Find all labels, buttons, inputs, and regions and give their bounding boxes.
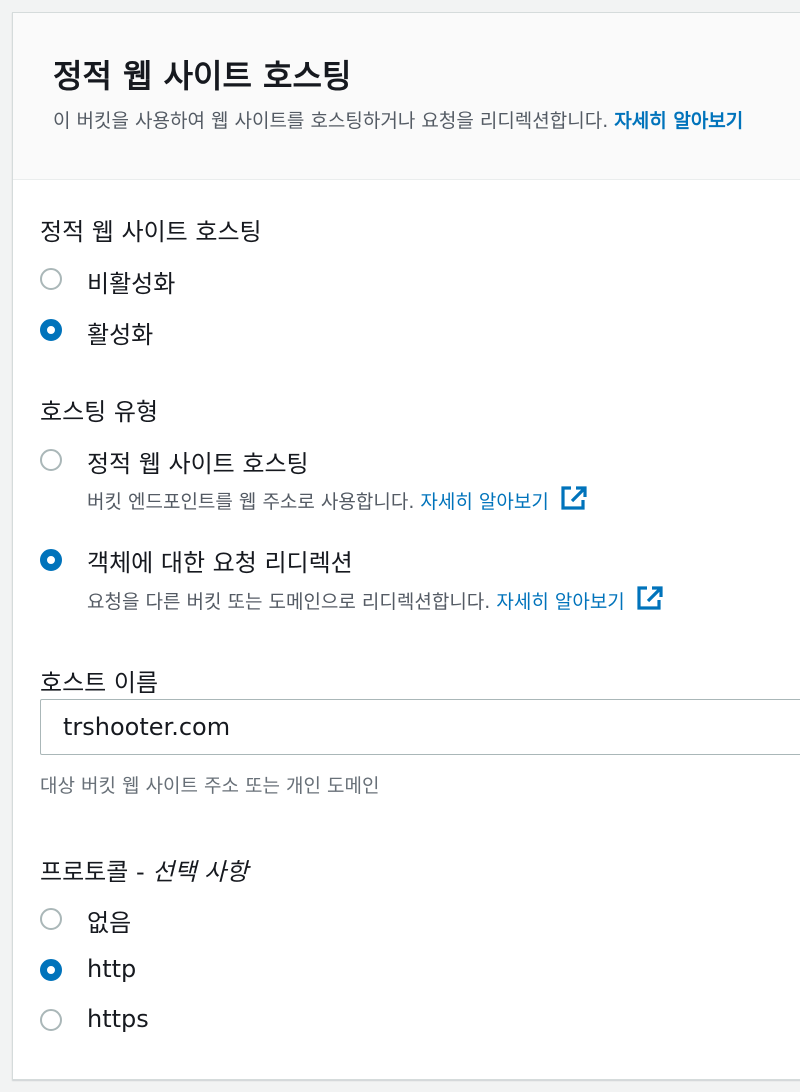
- learn-more-link[interactable]: 자세히 알아보기: [614, 110, 743, 132]
- host-name-input[interactable]: trshooter.com: [40, 699, 800, 755]
- radio-static-hosting-label[interactable]: 정적 웹 사이트 호스팅: [87, 444, 309, 479]
- redirect-requests-description: 요청을 다른 버킷 또는 도메인으로 리디렉션합니다. 자세히 알아보기: [87, 584, 665, 614]
- static-hosting-learn-more-link[interactable]: 자세히 알아보기: [420, 491, 548, 513]
- static-hosting-description-text: 버킷 엔드포인트를 웹 주소로 사용합니다.: [87, 491, 415, 513]
- host-name-helper-text: 대상 버킷 웹 사이트 주소 또는 개인 도메인: [40, 775, 380, 797]
- radio-redirect-requests[interactable]: [40, 549, 62, 571]
- external-link-icon[interactable]: [635, 584, 665, 612]
- radio-protocol-https-label[interactable]: https: [87, 1005, 149, 1033]
- radio-enable[interactable]: [40, 319, 62, 341]
- protocol-label-text: 프로토콜 -: [40, 858, 153, 886]
- protocol-label: 프로토콜 - 선택 사항: [40, 852, 248, 887]
- redirect-learn-more-link[interactable]: 자세히 알아보기: [496, 591, 624, 613]
- panel-header: 정적 웹 사이트 호스팅 이 버킷을 사용하여 웹 사이트를 호스팅하거나 요청…: [13, 13, 800, 180]
- redirect-requests-description-text: 요청을 다른 버킷 또는 도메인으로 리디렉션합니다.: [87, 591, 491, 613]
- radio-protocol-none[interactable]: [40, 908, 62, 930]
- hosting-type-label: 호스팅 유형: [40, 398, 159, 426]
- static-hosting-label: 정적 웹 사이트 호스팅: [40, 218, 262, 246]
- radio-disable[interactable]: [40, 268, 62, 290]
- host-name-label: 호스트 이름: [40, 669, 159, 697]
- radio-protocol-none-label[interactable]: 없음: [87, 903, 131, 938]
- radio-redirect-requests-label[interactable]: 객체에 대한 요청 리디렉션: [87, 543, 353, 578]
- static-hosting-description: 버킷 엔드포인트를 웹 주소로 사용합니다. 자세히 알아보기: [87, 484, 589, 514]
- page-title: 정적 웹 사이트 호스팅: [53, 57, 352, 95]
- radio-static-hosting[interactable]: [40, 449, 62, 471]
- radio-protocol-http[interactable]: [40, 959, 62, 981]
- radio-enable-label[interactable]: 활성화: [87, 315, 153, 350]
- external-link-icon[interactable]: [559, 484, 589, 512]
- protocol-optional-text: 선택 사항: [152, 858, 249, 886]
- header-description: 이 버킷을 사용하여 웹 사이트를 호스팅하거나 요청을 리디렉션합니다. 자세…: [53, 106, 743, 133]
- header-description-text: 이 버킷을 사용하여 웹 사이트를 호스팅하거나 요청을 리디렉션합니다.: [53, 110, 609, 132]
- radio-protocol-https[interactable]: [40, 1009, 62, 1031]
- radio-disable-label[interactable]: 비활성화: [87, 264, 175, 299]
- radio-protocol-http-label[interactable]: http: [87, 955, 136, 983]
